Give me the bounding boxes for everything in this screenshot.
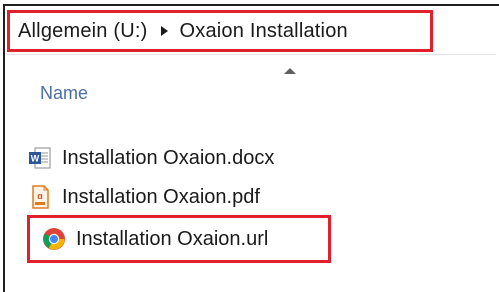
file-name: Installation Oxaion.docx — [62, 146, 275, 169]
file-item-url[interactable]: Installation Oxaion.url — [27, 215, 331, 263]
chrome-url-shortcut-icon — [42, 227, 66, 251]
file-item-docx[interactable]: W Installation Oxaion.docx — [28, 139, 318, 177]
file-name: Installation Oxaion.url — [76, 227, 269, 250]
word-document-icon: W — [28, 146, 52, 170]
address-bar[interactable]: Allgemein (U:) Oxaion Installation — [7, 10, 496, 55]
pdf-document-icon: ɑ — [28, 185, 52, 209]
file-name: Installation Oxaion.pdf — [62, 185, 260, 208]
breadcrumb: Allgemein (U:) Oxaion Installation — [7, 10, 433, 52]
file-explorer-window: Allgemein (U:) Oxaion Installation Name … — [3, 4, 499, 292]
chevron-right-icon[interactable] — [160, 26, 168, 36]
svg-text:W: W — [31, 154, 40, 164]
column-header-name[interactable]: Name — [40, 83, 88, 104]
breadcrumb-item-folder[interactable]: Oxaion Installation — [180, 20, 348, 43]
column-header-row: Name — [7, 56, 496, 122]
sort-ascending-icon — [284, 68, 296, 74]
file-item-pdf[interactable]: ɑ Installation Oxaion.pdf — [28, 178, 318, 216]
breadcrumb-item-drive[interactable]: Allgemein (U:) — [18, 20, 148, 43]
svg-text:ɑ: ɑ — [37, 191, 43, 201]
